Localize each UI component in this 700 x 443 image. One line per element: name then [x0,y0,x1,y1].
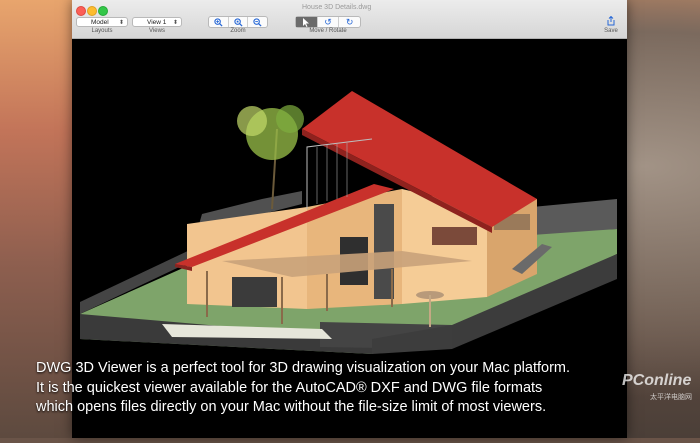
caption-line-1: DWG 3D Viewer is a perfect tool for 3D d… [36,360,571,376]
rotate-cw-button[interactable]: ↻ [339,17,360,27]
zoom-control [208,16,268,28]
views-label: Views [149,28,165,34]
tree-canopy-3 [276,105,304,133]
watermark-brand: PConline [622,372,692,389]
garage-door [232,277,277,307]
layouts-popup[interactable]: Model ⬍ [76,17,128,27]
zoom-fit-icon [233,17,243,27]
views-popup[interactable]: View 1 ⬍ [132,17,182,27]
close-button[interactable] [76,6,86,16]
save-label: Save [604,28,618,34]
rear-wall-right [532,199,617,235]
cursor-arrow-icon [303,17,310,27]
tree-canopy-2 [237,106,267,136]
caption-line-2: It is the quickest viewer available for … [36,379,543,396]
layouts-value: Model [91,19,109,26]
watermark-sub: 太平洋电脑网 [650,394,692,401]
chevron-updown-icon: ⬍ [172,20,178,26]
move-button[interactable] [296,17,318,27]
window-title: House 3D Details.dwg [302,4,372,11]
views-value: View 1 [147,19,167,26]
rotate-ccw-button[interactable]: ↺ [318,17,340,27]
window-upper-right [432,227,477,245]
save-button[interactable] [605,15,617,28]
zoom-window-button[interactable] [98,6,108,16]
feature-caption: DWG 3D Viewer is a perfect tool for 3D d… [36,359,676,418]
zoom-label: Zoom [230,28,246,34]
zoom-out-icon [253,17,262,27]
rotate-cw-icon: ↻ [345,16,354,27]
toolbar: House 3D Details.dwg Model ⬍ Layouts Vie… [72,0,627,39]
rotate-ccw-icon: ↺ [324,16,332,27]
zoom-fit-button[interactable] [229,17,249,27]
move-rotate-control: ↺ ↻ [295,16,361,28]
zoom-in-icon [214,17,223,27]
layouts-label: Layouts [91,28,113,34]
chevron-updown-icon: ⬍ [118,20,124,26]
move-rotate-label: Move / Rotate [309,28,347,34]
share-upload-icon [607,15,615,26]
zoom-out-button[interactable] [248,17,267,27]
minimize-button[interactable] [87,6,97,16]
zoom-in-button[interactable] [209,17,229,27]
caption-line-3: which opens files directly on your Mac w… [36,399,547,415]
